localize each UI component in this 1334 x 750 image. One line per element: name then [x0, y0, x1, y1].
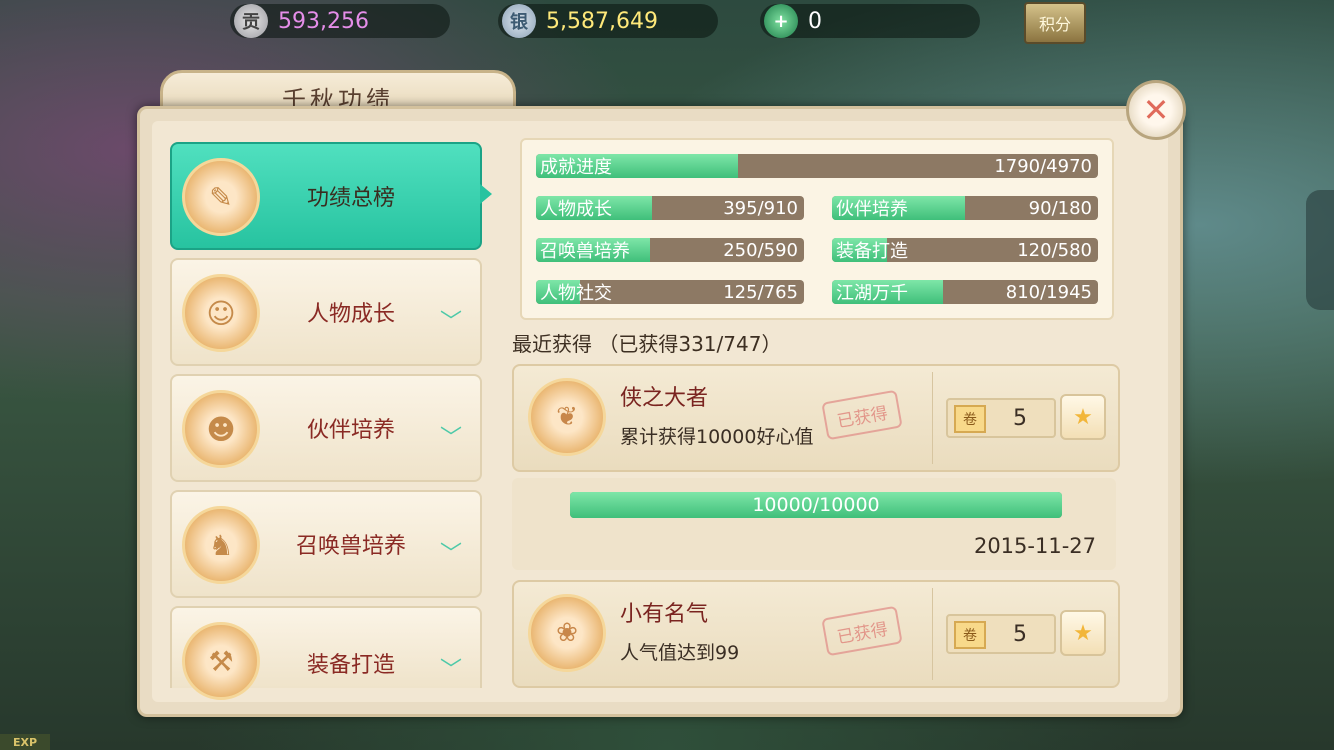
selected-arrow-icon [480, 184, 492, 204]
progress-label: 江湖万千 [836, 283, 908, 304]
nav-label: 装备打造 [306, 653, 395, 678]
progress-label: 成就进度 [540, 157, 612, 178]
nav-glyph: ☺ [206, 296, 236, 330]
category-progress-bar: 召唤兽培养 250/590 [536, 238, 804, 262]
silver-value: 5,587,649 [546, 8, 658, 34]
reward-box: 卷 5 [946, 614, 1056, 654]
recent-achievements-title: 最近获得 （已获得331/747） [512, 332, 782, 356]
nav-label: 召唤兽培养 [295, 534, 406, 559]
share-button[interactable]: ★ [1060, 394, 1106, 440]
obtained-date: 2015-11-27 [973, 534, 1096, 558]
category-progress-bar: 伙伴培养 90/180 [832, 196, 1098, 220]
achievement-name: 侠之大者 [620, 386, 709, 411]
chevron-down-icon[interactable]: ﹀ [440, 536, 462, 568]
jade-value: 0 [808, 8, 822, 34]
nav-glyph: ♞ [208, 528, 234, 562]
obtained-stamp: 已获得 [821, 389, 903, 441]
resource-bar: 贡 593,256 银 5,587,649 + 0 积分 [230, 0, 1090, 44]
achievement-desc: 人气值达到99 [620, 642, 740, 664]
reward-box: 卷 5 [946, 398, 1056, 438]
contribution-resource: 贡 593,256 [230, 4, 450, 38]
achievement-card[interactable]: ❀ 小有名气 人气值达到99 已获得 卷 5 ★ [512, 580, 1120, 688]
close-icon: ✕ [1142, 91, 1170, 129]
star-hand-icon: ★ [1073, 620, 1093, 646]
chevron-down-icon[interactable]: ﹀ [440, 304, 462, 336]
nav-glyph: ⚒ [208, 644, 234, 678]
progress-label: 召唤兽培养 [540, 241, 630, 262]
nav-item-overall[interactable]: ✎ 功绩总榜 [170, 142, 492, 250]
star-hand-icon: ★ [1073, 404, 1093, 430]
nav-glyph: ✎ [209, 180, 233, 214]
progress-value: 1790/4970 [994, 155, 1092, 177]
medal-icon: ✎ [182, 158, 260, 236]
obtained-stamp: 已获得 [821, 605, 903, 657]
scroll-icon: 卷 [954, 405, 986, 433]
nav-label: 伙伴培养 [306, 418, 395, 443]
achievement-medal-icon: ❀ [528, 594, 606, 672]
progress-label: 人物社交 [540, 283, 612, 304]
nav-item-summon-beast[interactable]: ♞ 召唤兽培养 ﹀ [170, 490, 482, 598]
achievement-medal-icon: ❦ [528, 378, 606, 456]
chevron-down-icon[interactable]: ﹀ [440, 420, 462, 452]
reward-amount: 5 [1013, 621, 1027, 647]
contribution-coin-icon: 贡 [234, 4, 268, 38]
category-progress-bar: 装备打造 120/580 [832, 238, 1098, 262]
silver-ingot-icon[interactable]: 银 [502, 4, 536, 38]
detail-progress-bar: 10000/10000 [570, 492, 1062, 518]
nav-item-partner[interactable]: ☻ 伙伴培养 ﹀ [170, 374, 482, 482]
nav-glyph: ☻ [206, 412, 236, 446]
overall-progress-bar: 成就进度 1790/4970 [536, 154, 1098, 178]
progress-label: 人物成长 [540, 199, 612, 220]
progress-summary: 成就进度 1790/4970 人物成长 395/910 伙伴培养 90/180 … [520, 138, 1114, 320]
progress-label: 装备打造 [836, 241, 908, 262]
progress-value: 120/580 [1017, 239, 1092, 261]
progress-value: 125/765 [723, 281, 798, 303]
achievement-detail: 10000/10000 2015-11-27 [512, 478, 1116, 570]
jade-resource: + 0 [760, 4, 980, 38]
nav-item-equipment[interactable]: ⚒ 装备打造 ﹀ [170, 606, 482, 700]
progress-value: 250/590 [723, 239, 798, 261]
nav-label: 功绩总榜 [306, 186, 395, 211]
medal-icon: ☻ [182, 390, 260, 468]
medal-icon: ☺ [182, 274, 260, 352]
share-button[interactable]: ★ [1060, 610, 1106, 656]
points-label: 积分 [1038, 15, 1071, 34]
category-progress-bar: 人物成长 395/910 [536, 196, 804, 220]
progress-value: 810/1945 [1005, 281, 1092, 303]
category-progress-bar: 江湖万千 810/1945 [832, 280, 1098, 304]
close-button[interactable]: ✕ [1126, 80, 1186, 140]
divider [932, 588, 933, 680]
progress-value: 90/180 [1028, 197, 1092, 219]
progress-label: 伙伴培养 [836, 199, 908, 220]
progress-value: 395/910 [723, 197, 798, 219]
jade-coin-icon[interactable]: + [764, 4, 798, 38]
nav-label: 人物成长 [306, 302, 395, 327]
points-button[interactable]: 积分 [1024, 2, 1086, 44]
medal-icon: ⚒ [182, 622, 260, 700]
side-scroll-handle[interactable] [1306, 190, 1334, 310]
reward-amount: 5 [1013, 405, 1027, 431]
silver-resource: 银 5,587,649 [498, 4, 718, 38]
medal-icon: ♞ [182, 506, 260, 584]
exp-badge: EXP [0, 734, 50, 750]
achievement-desc: 累计获得10000好心值 [620, 426, 814, 448]
scroll-icon: 卷 [954, 621, 986, 649]
chevron-down-icon[interactable]: ﹀ [440, 652, 462, 684]
divider [932, 372, 933, 464]
contribution-value: 593,256 [278, 8, 369, 34]
nav-item-character-growth[interactable]: ☺ 人物成长 ﹀ [170, 258, 482, 366]
achievement-card[interactable]: ❦ 侠之大者 累计获得10000好心值 已获得 卷 5 ★ [512, 364, 1120, 472]
progress-value: 10000/10000 [752, 494, 880, 516]
category-progress-bar: 人物社交 125/765 [536, 280, 804, 304]
achievement-name: 小有名气 [620, 602, 709, 627]
